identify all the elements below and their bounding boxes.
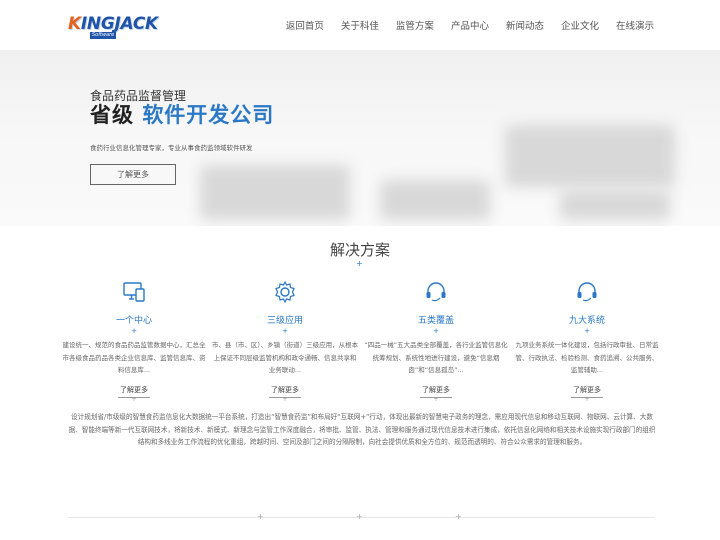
learn-more-button[interactable]: 了解更多: [90, 164, 176, 185]
monitor-icon: [123, 282, 145, 302]
learn-more-link[interactable]: 了解更多: [420, 385, 452, 398]
solution-card[interactable]: 三级应用 + 市、县（市、区）、乡镇（街道）三级应用，从根本上保证不同层级监管机…: [207, 280, 363, 398]
plus-icon: +: [433, 327, 439, 335]
solutions-grid: 一个中心 + 建设统一、规范的食品药品监管数据中心，汇总全市各级食品药品各类企业…: [63, 280, 659, 398]
plus-icon: +: [282, 327, 288, 335]
nav-products[interactable]: 产品中心: [451, 18, 489, 32]
plus-icon: +: [584, 327, 590, 335]
learn-more-link[interactable]: 了解更多: [571, 385, 603, 398]
solution-card[interactable]: 五类覆盖 + “四品一械”五大品类全部覆盖，各行业监管信息化统筹规划、系统性地进…: [358, 280, 514, 398]
solution-desc: 九项业务系统一体化建设，包括行政审批、日常监管、行政执法、检验检测、食药追溯、公…: [515, 341, 659, 374]
solution-title: 五类覆盖: [417, 316, 454, 326]
solution-card[interactable]: 一个中心 + 建设统一、规范的食品药品监管数据中心，汇总全市各级食品药品各类企业…: [56, 280, 212, 398]
company-intro: 设计规划省/市级级的智慧食药监信息化大数据统一平台系统，打造出“智慧食药监”和布…: [68, 413, 656, 446]
solution-title: 一个中心: [115, 316, 152, 326]
solution-desc: “四品一械”五大品类全部覆盖，各行业监管信息化统筹规划、系统性地进行建设，避免“…: [364, 341, 508, 374]
nav-home[interactable]: 返回首页: [286, 18, 324, 32]
logo[interactable]: KINGJACK Software: [68, 13, 158, 39]
plus-icon: +: [356, 259, 363, 268]
banner-bg-shape: [560, 190, 670, 220]
learn-more-link[interactable]: 了解更多: [269, 385, 301, 398]
headset-icon: [577, 282, 597, 302]
plus-icon: +: [257, 512, 264, 521]
banner-bg-shape: [505, 125, 675, 187]
plus-icon: +: [455, 512, 462, 521]
gear-icon: [275, 280, 295, 304]
plus-icon: +: [131, 327, 137, 335]
solution-card[interactable]: 九大系统 + 九项业务系统一体化建设，包括行政审批、日常监管、行政执法、检验检测…: [509, 280, 665, 398]
solution-title: 三级应用: [266, 316, 303, 326]
banner-title: 省级 软件开发公司: [90, 103, 275, 127]
hero-banner: 食品药品监督管理 省级 软件开发公司 食药行业信息化管理专家，专业从事食药监领域…: [0, 50, 720, 226]
section-title: 解决方案: [329, 241, 390, 259]
banner-description: 食药行业信息化管理专家，专业从事食药监领域软件研发: [90, 144, 253, 152]
nav-demo[interactable]: 在线演示: [616, 18, 654, 32]
solution-title: 九大系统: [568, 316, 605, 326]
main-nav: 返回首页 关于科佳 监管方案 产品中心 新闻动态 企业文化 在线演示: [286, 18, 654, 32]
plus-icon: +: [356, 512, 363, 521]
nav-solutions[interactable]: 监管方案: [396, 18, 434, 32]
logo-sub: Software: [90, 32, 117, 39]
solution-desc: 市、县（市、区）、乡镇（街道）三级应用，从根本上保证不同层级监管机构和政令通畅、…: [211, 341, 359, 374]
nav-culture[interactable]: 企业文化: [561, 18, 599, 32]
banner-bg-shape: [200, 165, 350, 220]
banner-bg-shape: [380, 180, 490, 220]
learn-more-link[interactable]: 了解更多: [118, 385, 150, 398]
site-header: KINGJACK Software 返回首页 关于科佳 监管方案 产品中心 新闻…: [0, 0, 720, 50]
solution-desc: 建设统一、规范的食品药品监管数据中心，汇总全市各级食品药品各类企业信息库、监管信…: [62, 341, 206, 374]
nav-about[interactable]: 关于科佳: [341, 18, 379, 32]
headset-icon: [426, 282, 446, 302]
nav-news[interactable]: 新闻动态: [506, 18, 544, 32]
